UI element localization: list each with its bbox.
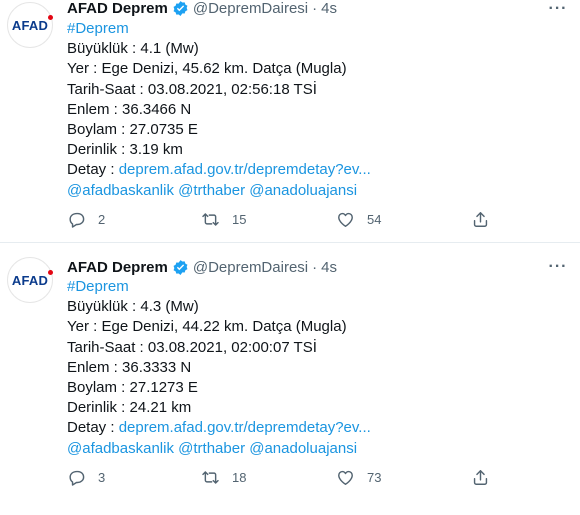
magnitude-text: Büyüklük : 4.1 (Mw): [67, 40, 199, 58]
reply-icon: [69, 212, 85, 228]
datetime-text: Tarih-Saat : 03.08.2021, 02:00:07 TSİ: [67, 338, 317, 356]
longitude-text: Boylam : 27.1273 E: [67, 378, 198, 396]
author-name[interactable]: AFAD Deprem: [67, 259, 168, 276]
hashtag-link[interactable]: #Deprem: [67, 278, 129, 295]
logo-dot: [48, 14, 54, 20]
separator-dot: ·: [312, 258, 318, 276]
heart-icon: [338, 470, 353, 485]
detail-label: Detay :: [67, 161, 119, 179]
avatar[interactable]: AFAD: [7, 2, 54, 48]
tweet-text: #Deprem Büyüklük : 4.1 (Mw) Yer : Ege De…: [67, 19, 371, 201]
like-count: 73: [367, 470, 382, 485]
mention-link[interactable]: @trthaber: [178, 440, 245, 457]
heart-icon: [338, 212, 353, 227]
share-icon: [473, 212, 488, 227]
magnitude-text: Büyüklük : 4.3 (Mw): [67, 298, 199, 316]
separator-dot: ·: [312, 0, 318, 17]
mention-link[interactable]: @anadoluajansi: [249, 182, 357, 199]
location-text: Yer : Ege Denizi, 44.22 km. Datça (Mugla…: [67, 318, 347, 336]
avatar[interactable]: AFAD: [7, 257, 54, 303]
tweet-time[interactable]: 4s: [321, 259, 337, 276]
logo-dot: [48, 269, 54, 275]
tweet-header: AFAD Deprem @DepremDairesi · 4s: [67, 0, 337, 18]
tweet-actions: 3 18 73: [67, 468, 497, 490]
tweet-text: #Deprem Büyüklük : 4.3 (Mw) Yer : Ege De…: [67, 277, 371, 459]
afad-logo: AFAD: [11, 269, 54, 288]
detail-link[interactable]: deprem.afad.gov.tr/depremdetay?ev...: [119, 161, 371, 178]
tweet[interactable]: AFAD AFAD Deprem @DepremDairesi · 4s ···…: [0, 243, 580, 515]
latitude-text: Enlem : 36.3466 N: [67, 100, 192, 118]
mention-link[interactable]: @afadbaskanlik: [67, 440, 174, 457]
reply-count: 3: [98, 470, 106, 485]
author-name[interactable]: AFAD Deprem: [67, 0, 168, 17]
share-icon: [473, 470, 488, 485]
like-button[interactable]: 54: [336, 210, 381, 229]
author-handle[interactable]: @DepremDairesi: [193, 0, 308, 17]
tweet-time[interactable]: 4s: [321, 0, 337, 17]
like-button[interactable]: 73: [336, 468, 381, 487]
location-text: Yer : Ege Denizi, 45.62 km. Datça (Mugla…: [67, 60, 347, 78]
detail-label: Detay :: [67, 419, 119, 437]
afad-logo: AFAD: [11, 14, 54, 33]
avatar-text: AFAD: [11, 17, 49, 33]
tweet-actions: 2 15 54: [67, 210, 497, 232]
mention-link[interactable]: @trthaber: [178, 182, 245, 199]
verified-badge-icon: [172, 0, 189, 17]
depth-text: Derinlik : 24.21 km: [67, 399, 192, 417]
share-button[interactable]: [471, 210, 490, 229]
more-options-icon[interactable]: ···: [548, 257, 568, 277]
reply-button[interactable]: 3: [67, 468, 105, 487]
longitude-text: Boylam : 27.0735 E: [67, 120, 198, 138]
share-button[interactable]: [471, 468, 490, 487]
tweet[interactable]: AFAD AFAD Deprem @DepremDairesi · 4s ···…: [0, 0, 580, 242]
retweet-icon: [202, 213, 219, 226]
mention-link[interactable]: @anadoluajansi: [249, 440, 357, 457]
avatar-text: AFAD: [11, 272, 49, 288]
hashtag-link[interactable]: #Deprem: [67, 20, 129, 37]
more-options-icon[interactable]: ···: [548, 0, 568, 19]
retweet-icon: [202, 471, 219, 484]
tweet-header: AFAD Deprem @DepremDairesi · 4s: [67, 257, 337, 277]
retweet-count: 15: [232, 212, 247, 227]
retweet-count: 18: [232, 470, 247, 485]
like-count: 54: [367, 212, 382, 227]
latitude-text: Enlem : 36.3333 N: [67, 358, 192, 376]
reply-count: 2: [98, 212, 106, 227]
verified-badge-icon: [172, 259, 189, 276]
retweet-button[interactable]: 15: [201, 210, 246, 229]
datetime-text: Tarih-Saat : 03.08.2021, 02:56:18 TSİ: [67, 80, 317, 98]
reply-button[interactable]: 2: [67, 210, 105, 229]
depth-text: Derinlik : 3.19 km: [67, 141, 183, 159]
mention-link[interactable]: @afadbaskanlik: [67, 182, 174, 199]
author-handle[interactable]: @DepremDairesi: [193, 259, 308, 276]
detail-link[interactable]: deprem.afad.gov.tr/depremdetay?ev...: [119, 419, 371, 436]
retweet-button[interactable]: 18: [201, 468, 246, 487]
reply-icon: [69, 470, 85, 486]
